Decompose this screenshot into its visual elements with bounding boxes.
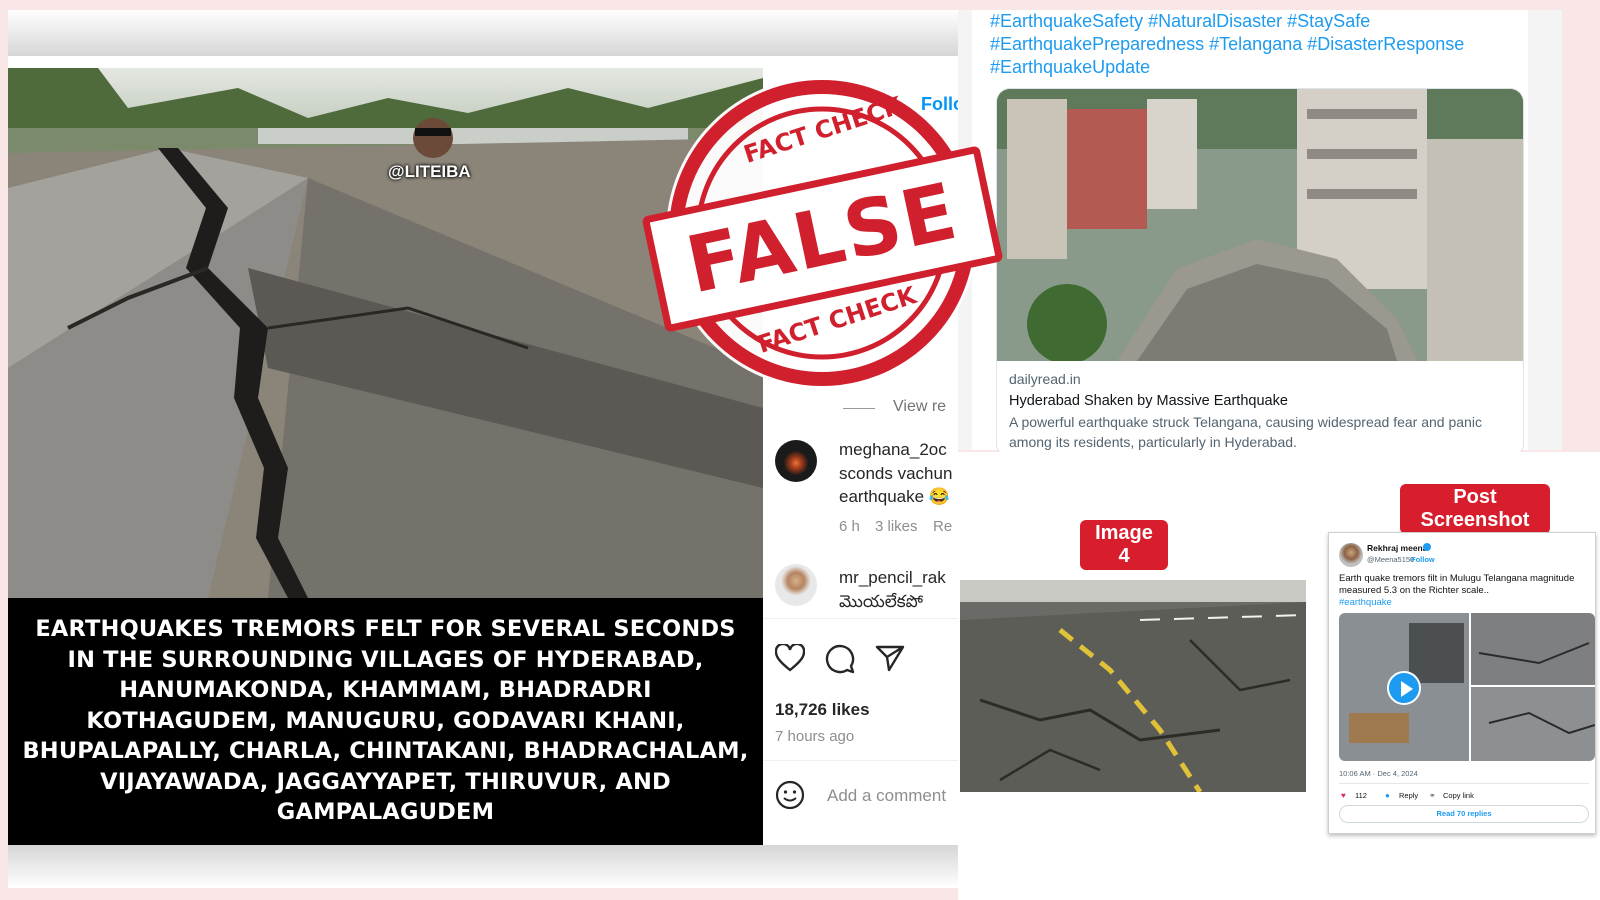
avatar[interactable] (775, 564, 817, 606)
caption-line: BHUPALAPALLY, CHARLA, CHINTAKANI, BHADRA… (22, 738, 749, 764)
image4-label: Image 4 (1080, 520, 1168, 570)
link-icon[interactable]: ⚭ (1429, 791, 1436, 800)
top-fade-bar (8, 10, 958, 56)
post-overlay-caption: EARTHQUAKES TREMORS FELT FOR SEVERAL SEC… (8, 598, 763, 846)
comment-likes[interactable]: 3 likes (875, 518, 918, 535)
comment-text: మొయలేకపో (839, 592, 923, 611)
tweet-author-name[interactable]: Rekhraj meena (1367, 543, 1427, 553)
add-comment-input[interactable]: Add a comment (827, 786, 946, 806)
link-description-cut: among its residents, particularly in Hyd… (1009, 434, 1297, 450)
comment-text: earthquake 😂 (839, 487, 950, 506)
tweet-follow-button[interactable]: Follow (1411, 555, 1435, 564)
avatar[interactable] (775, 440, 817, 482)
comment-time: 6 h (839, 518, 860, 535)
comment-reply-button[interactable]: Re (933, 518, 952, 535)
tweet-text: Earth quake tremors filt in Mulugu Telan… (1339, 573, 1575, 596)
hashtag-line[interactable]: #EarthquakeUpdate (990, 56, 1528, 79)
link-headline: Hyderabad Shaken by Massive Earthquake (1009, 393, 1288, 409)
caption-line: HANUMAKONDA, KHAMMAM, BHADRADRI (119, 677, 652, 703)
heart-icon[interactable] (775, 644, 805, 672)
play-icon[interactable] (1387, 671, 1421, 705)
divider (1339, 783, 1589, 784)
tweet-copy-link[interactable]: Copy link (1443, 791, 1474, 800)
hashtag-line[interactable]: #EarthquakePreparedness #Telangana #Disa… (990, 33, 1528, 56)
collapsed-building-image (997, 89, 1523, 361)
view-replies-link[interactable]: View re (893, 398, 946, 416)
link-preview-card[interactable]: dailyread.in Hyderabad Shaken by Massive… (996, 88, 1524, 458)
replies-divider (843, 408, 875, 409)
caption-line: GAMPALAGUDEM (276, 799, 495, 825)
read-replies-button[interactable]: Read 70 replies (1339, 805, 1589, 823)
divider (763, 760, 958, 761)
comment-username[interactable]: mr_pencil_rak (839, 568, 946, 588)
likes-count[interactable]: 18,726 likes (775, 700, 870, 720)
caption-line: VIJAYAWADA, JAGGAYYAPET, THIRUVUR, AND (100, 768, 671, 795)
share-icon[interactable] (875, 644, 905, 672)
comment-text: sconds vachun (839, 464, 953, 483)
tweet-timestamp: 10:06 AM · Dec 4, 2024 (1339, 769, 1418, 778)
tweet-handle[interactable]: @Meena5150 (1367, 555, 1414, 564)
post-screenshot-label: Post Screenshot (1400, 484, 1550, 534)
bottom-fade-bar (8, 845, 958, 888)
tweet-hashtag[interactable]: #earthquake (1339, 597, 1392, 608)
avatar[interactable] (1339, 543, 1363, 567)
link-domain: dailyread.in (1009, 371, 1081, 387)
tweet-screenshot: Rekhraj meena @Meena5150 Follow Earth qu… (1328, 532, 1596, 834)
comment-icon[interactable] (825, 644, 855, 674)
tweet-preview-screenshot: #EarthquakeSafety #NaturalDisaster #Stay… (958, 10, 1562, 458)
tweet-card: #EarthquakeSafety #NaturalDisaster #Stay… (972, 10, 1528, 458)
hashtags[interactable]: #EarthquakeSafety #NaturalDisaster #Stay… (972, 10, 1528, 79)
watermark-label: @LITEIBA (388, 162, 471, 181)
evidence-panel: Image 4 Post Screenshot Rekhraj meena @M… (958, 452, 1600, 900)
video-thumbnail (1339, 613, 1595, 761)
building-rubble-illustration (997, 89, 1523, 361)
fact-check-stamp: FACT CHECK FALSE FACT CHECK (640, 68, 1005, 398)
verified-icon (1423, 543, 1431, 551)
hashtag-line[interactable]: #EarthquakeSafety #NaturalDisaster #Stay… (990, 10, 1528, 33)
reply-icon[interactable]: ● (1385, 791, 1390, 800)
cracked-road-image4 (960, 580, 1306, 792)
tweet-reply-button[interactable]: Reply (1399, 791, 1418, 800)
emoji-icon[interactable] (775, 780, 805, 810)
road-illustration (960, 580, 1306, 792)
comment-username[interactable]: meghana_2oc (839, 440, 947, 460)
caption-line: EARTHQUAKES TREMORS FELT FOR SEVERAL SEC… (35, 616, 736, 642)
link-description: A powerful earthquake struck Telangana, … (1009, 414, 1482, 430)
post-timestamp: 7 hours ago (775, 728, 855, 745)
caption-line: KOTHAGUDEM, MANUGURU, GODAVARI KHANI, (86, 707, 685, 734)
caption-line: IN THE SURROUNDING VILLAGES OF HYDERABAD… (67, 646, 704, 673)
divider (763, 618, 958, 619)
heart-icon[interactable]: ♥ (1341, 791, 1346, 800)
tweet-like-count[interactable]: 112 (1355, 791, 1367, 800)
tweet-video[interactable] (1339, 613, 1595, 761)
